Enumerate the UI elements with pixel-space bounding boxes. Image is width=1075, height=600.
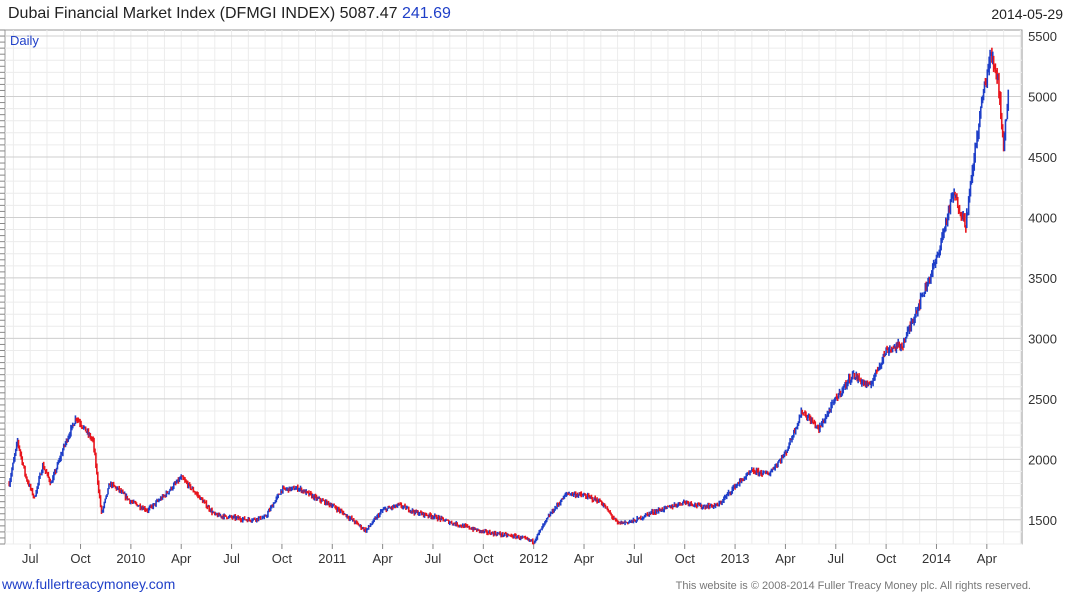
copyright-notice: This website is © 2008-2014 Fuller Treac… (675, 580, 1031, 592)
x-axis-labels: Jul Oct 2010 Apr Jul Oct 2011 Apr Jul Oct 2012 Apr J… (22, 544, 998, 566)
x-tick-label: Apr (977, 551, 998, 566)
x-tick-label: 2012 (519, 551, 548, 566)
x-tick-label: Apr (373, 551, 394, 566)
y-tick-label: 2000 (1028, 452, 1057, 467)
x-tick-label: 2011 (318, 551, 346, 566)
x-tick-label: Jul (827, 551, 844, 566)
website-link[interactable]: www.fullertreacymoney.com (2, 576, 175, 592)
y-axis-labels: 1500 2000 2500 3000 3500 4000 4500 5000 5500 (1028, 29, 1057, 528)
y-tick-label: 5500 (1028, 29, 1057, 44)
interval-label: Daily (10, 33, 39, 48)
y-tick-label: 1500 (1028, 513, 1057, 528)
x-tick-label: 2014 (922, 551, 951, 566)
y-tick-label: 4500 (1028, 150, 1057, 165)
x-tick-label: Apr (775, 551, 796, 566)
y-tick-label: 3500 (1028, 271, 1057, 286)
x-tick-label: 2013 (721, 551, 750, 566)
x-tick-label: Oct (876, 551, 897, 566)
x-tick-label: Jul (626, 551, 643, 566)
x-tick-label: Jul (425, 551, 442, 566)
x-tick-label: Apr (171, 551, 192, 566)
x-tick-label: Jul (223, 551, 240, 566)
x-tick-label: Oct (473, 551, 494, 566)
x-tick-label: Apr (574, 551, 595, 566)
y-tick-label: 2500 (1028, 392, 1057, 407)
x-tick-label: 2010 (116, 551, 145, 566)
x-tick-label: Jul (22, 551, 39, 566)
y-tick-label: 3000 (1028, 331, 1057, 346)
y-tick-label: 5000 (1028, 90, 1057, 105)
x-tick-label: Oct (675, 551, 696, 566)
price-chart: 1500 2000 2500 3000 3500 4000 4500 5000 5500 Jul… (0, 29, 1057, 566)
x-tick-label: Oct (272, 551, 293, 566)
x-tick-label: Oct (70, 551, 91, 566)
left-axis-ticks (0, 29, 5, 545)
y-tick-label: 4000 (1028, 210, 1057, 225)
